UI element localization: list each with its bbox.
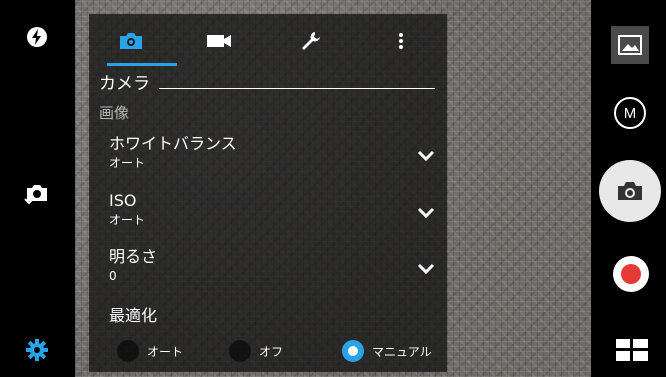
settings-gear-icon[interactable] <box>22 335 52 365</box>
record-video-icon <box>621 264 641 284</box>
subsection-title: 画像 <box>99 104 130 122</box>
optimize-option-off[interactable]: オフ <box>229 338 283 364</box>
tab-wrench-icon[interactable] <box>291 26 331 56</box>
chevron-down-icon[interactable] <box>415 144 437 166</box>
settings-tabs <box>89 14 447 66</box>
radio-unselected[interactable] <box>117 340 139 362</box>
shutter-button[interactable] <box>599 160 661 222</box>
setting-label: ISO <box>109 191 137 210</box>
setting-row-white-balance[interactable]: ホワイトバランス オート <box>109 134 439 180</box>
radio-selected[interactable] <box>342 340 364 362</box>
section-divider <box>159 88 435 89</box>
optimize-label: 最適化 <box>109 306 158 325</box>
flash-auto-icon[interactable] <box>22 22 52 52</box>
optimize-options: オート オフ マニュアル <box>117 338 447 364</box>
setting-row-brightness[interactable]: 明るさ 0 <box>109 247 439 293</box>
record-video-button[interactable] <box>613 256 649 292</box>
left-control-bar <box>0 0 75 377</box>
mode-button[interactable]: M <box>614 97 646 129</box>
chevron-down-icon[interactable] <box>415 257 437 279</box>
setting-label: 明るさ <box>109 247 158 266</box>
tab-more-vertical-icon[interactable] <box>381 26 421 56</box>
grid-menu-icon[interactable] <box>616 339 648 361</box>
setting-value: オート <box>109 213 146 227</box>
radio-unselected[interactable] <box>229 340 251 362</box>
mode-label: M <box>623 104 637 122</box>
setting-label: ホワイトバランス <box>109 134 237 153</box>
chevron-down-icon[interactable] <box>415 201 437 223</box>
tab-camera-icon[interactable] <box>111 26 151 56</box>
tab-video-camera-icon[interactable] <box>199 26 239 56</box>
option-label: オート <box>147 344 184 359</box>
right-control-bar: M <box>591 0 666 377</box>
optimize-option-manual[interactable]: マニュアル <box>342 338 432 364</box>
section-title: カメラ <box>99 74 150 94</box>
setting-value: オート <box>109 156 146 170</box>
gallery-thumbnail-icon[interactable] <box>611 26 649 64</box>
setting-row-iso[interactable]: ISO オート <box>109 191 439 237</box>
switch-camera-icon[interactable] <box>22 178 52 208</box>
optimize-option-auto[interactable]: オート <box>117 338 183 364</box>
settings-panel: カメラ 画像 ホワイトバランス オート ISO オート 明るさ 0 最適化 オー… <box>89 14 447 372</box>
setting-value: 0 <box>109 269 117 283</box>
shutter-camera-icon <box>618 182 642 200</box>
option-label: マニュアル <box>372 344 432 359</box>
option-label: オフ <box>259 344 284 359</box>
active-tab-indicator <box>107 63 177 66</box>
